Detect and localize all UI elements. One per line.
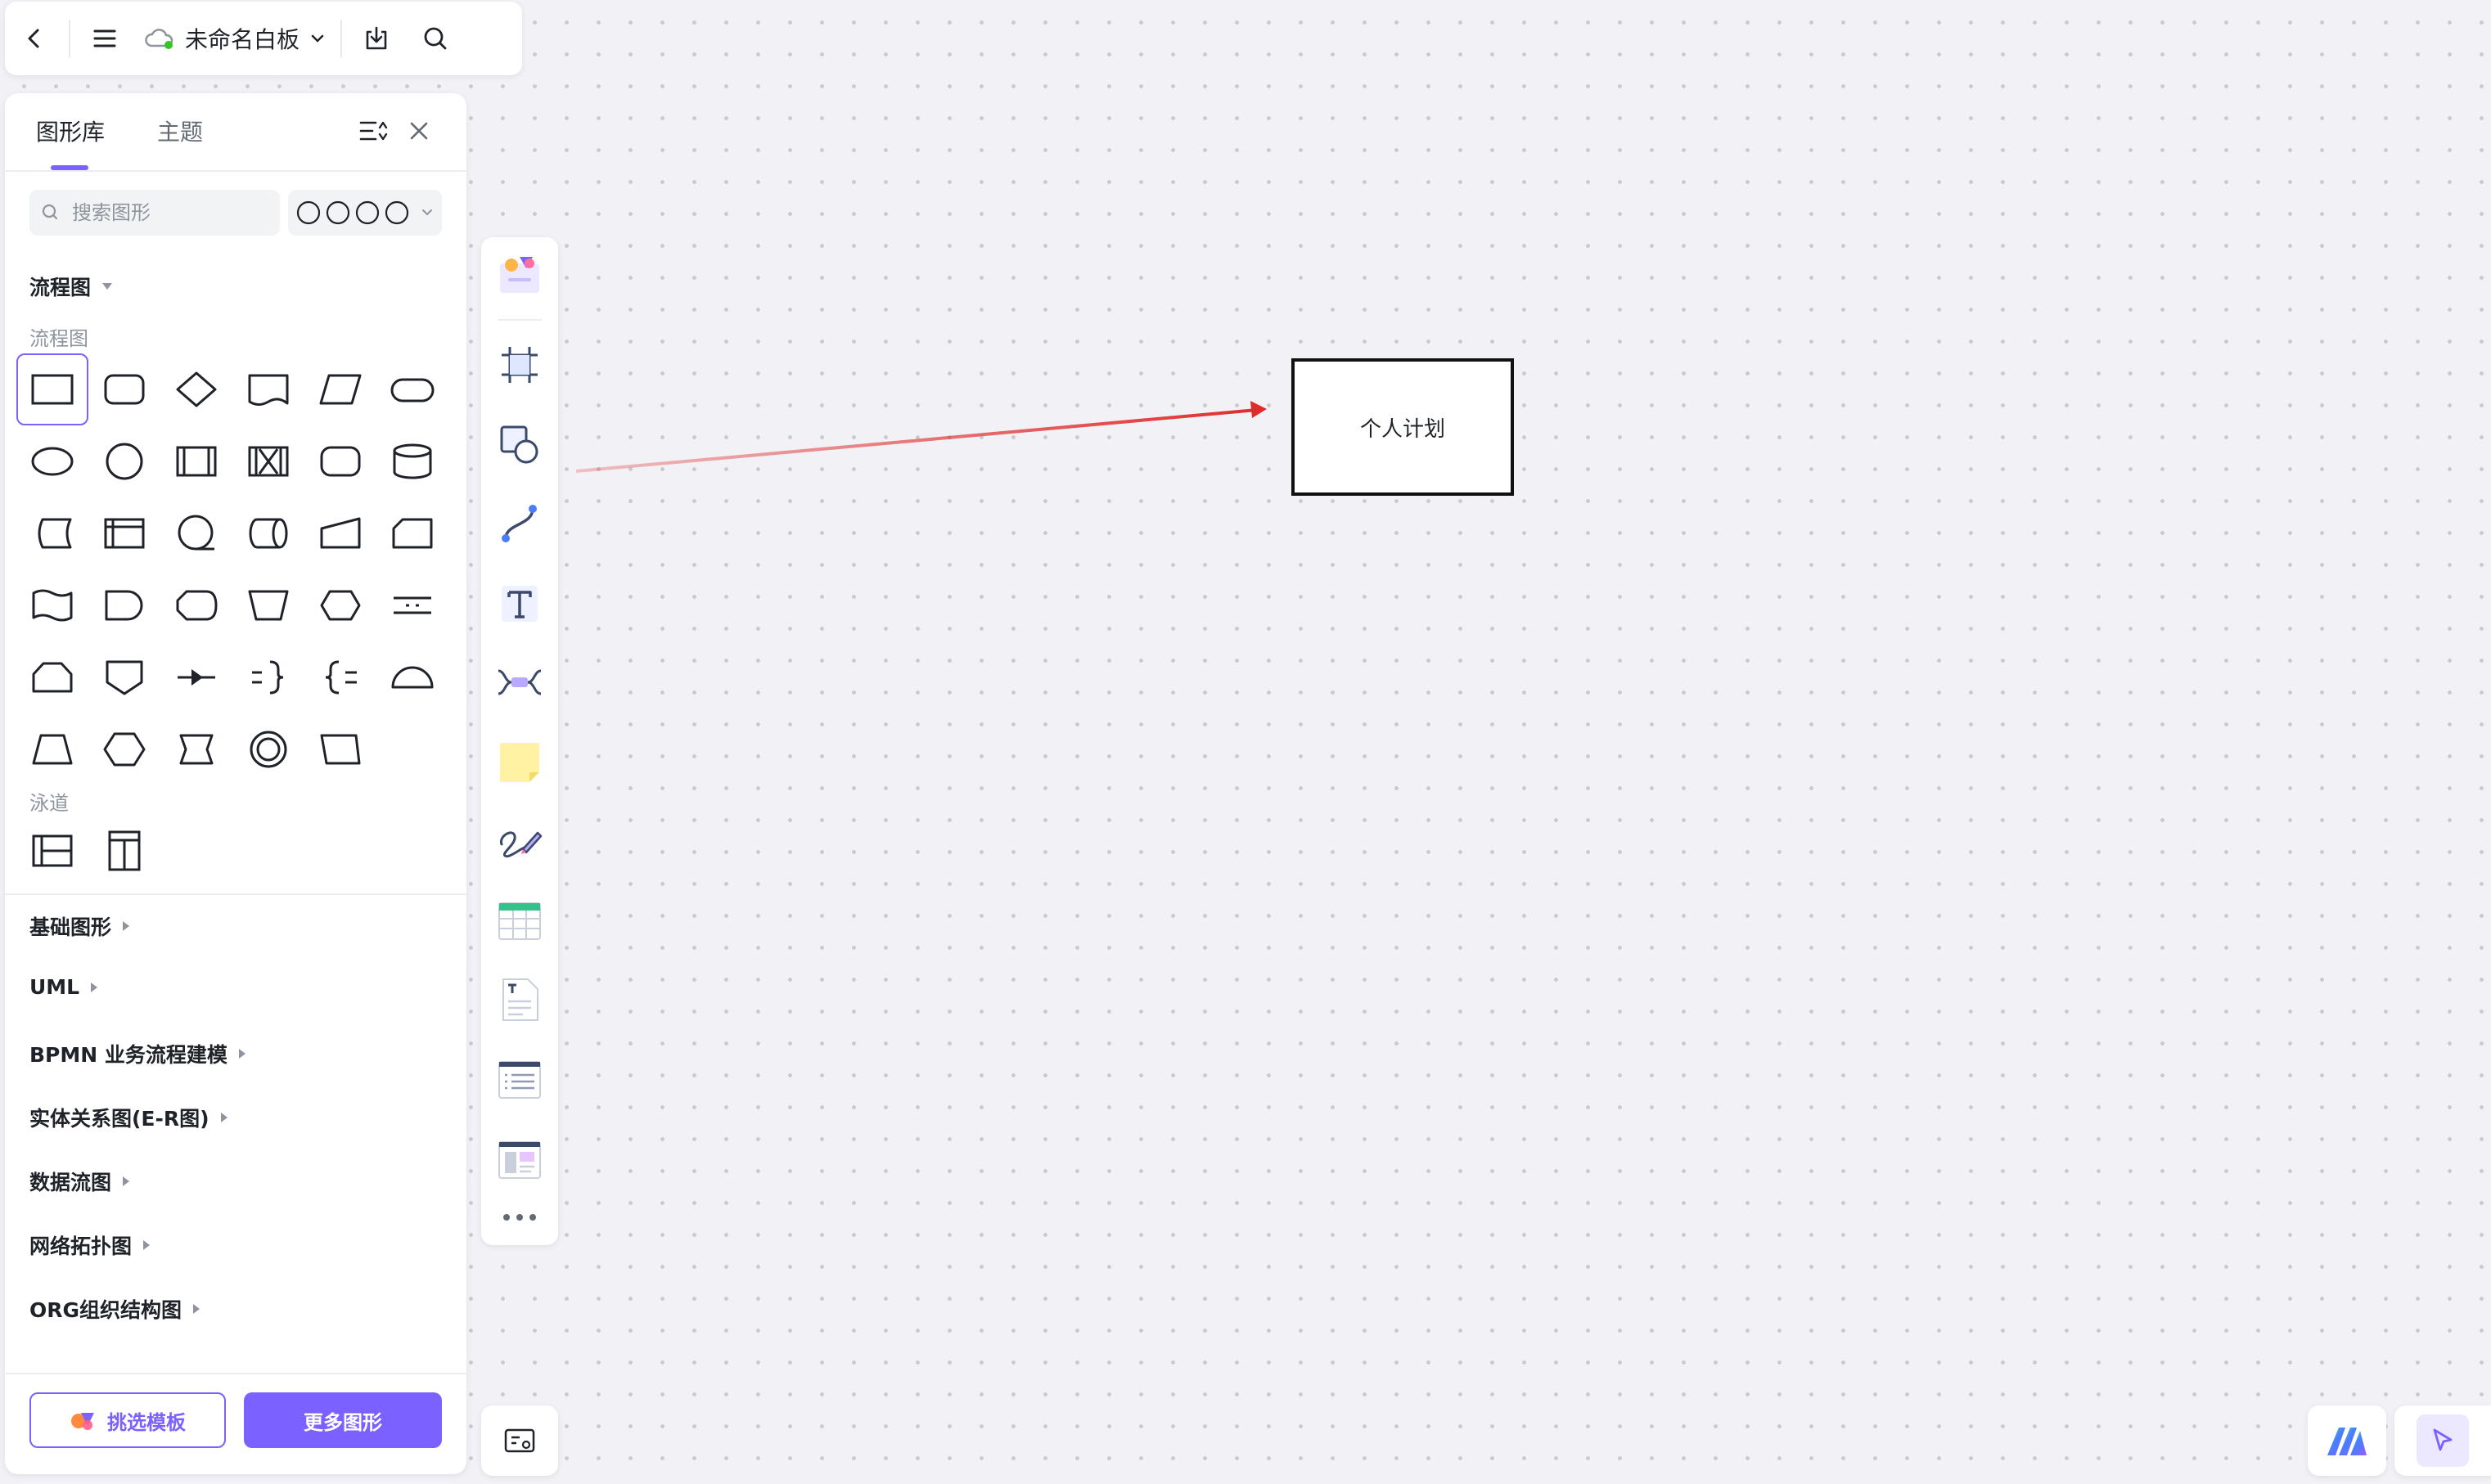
arrow-head bbox=[1250, 401, 1267, 418]
arrow-line[interactable] bbox=[575, 408, 1258, 473]
arrow-connector[interactable] bbox=[0, 0, 2491, 1484]
node-label[interactable]: 个人计划 bbox=[1360, 412, 1445, 443]
canvas-rectangle-node[interactable]: 个人计划 bbox=[1291, 358, 1514, 496]
